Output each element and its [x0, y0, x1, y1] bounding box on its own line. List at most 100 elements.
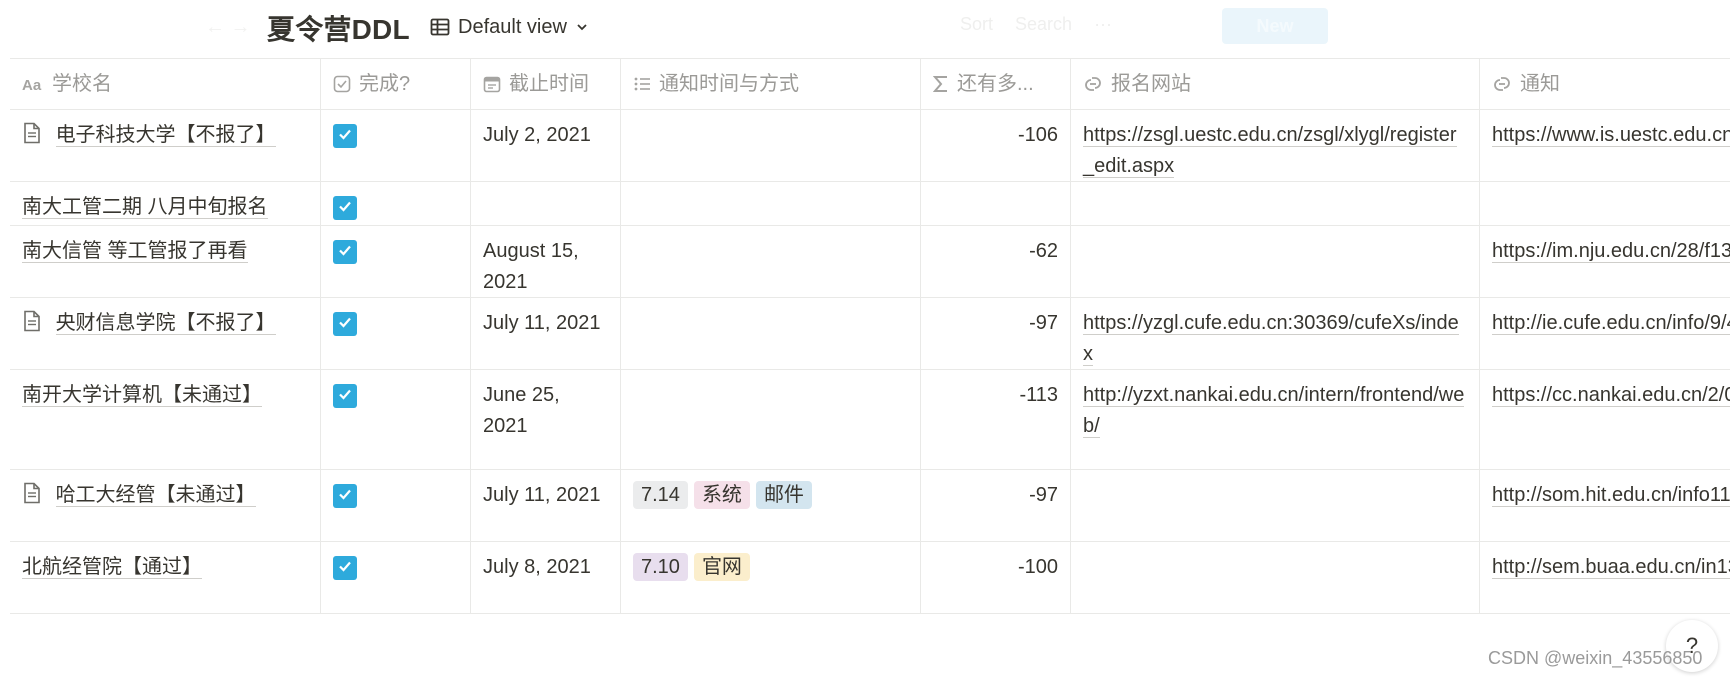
notice-url-link[interactable]: https://im.nju.edu.cn/28/f13263a534782/p… [1492, 240, 1730, 263]
select-tag[interactable]: 7.10 [633, 553, 688, 581]
cell-notice-method[interactable] [621, 298, 921, 369]
table-row[interactable]: 哈工大经管【未通过】 July 11, 2021 7.14 系统 邮件 -97 ht… [10, 470, 1730, 542]
list-icon [633, 75, 651, 93]
cell-done [321, 182, 471, 225]
cell-reg-url[interactable] [1071, 182, 1480, 225]
cell-deadline[interactable]: July 2, 2021 [471, 110, 621, 181]
notice-url-link[interactable]: http://sem.buaa.edu.cn/in1333/28894.htm [1492, 556, 1730, 579]
cell-notice-url[interactable]: https://cc.nankai.edu.cn/2/0518/c13297a3… [1480, 370, 1730, 469]
school-name[interactable]: 电子科技大学【不报了】 [55, 124, 276, 147]
cell-school-name[interactable]: 北航经管院【通过】 [10, 542, 321, 613]
school-name[interactable]: 哈工大经管【未通过】 [55, 484, 256, 507]
table-row[interactable]: 电子科技大学【不报了】 July 2, 2021 -106 https://zs… [10, 110, 1730, 182]
cell-deadline[interactable]: August 15, 2021 [471, 226, 621, 297]
done-checkbox[interactable] [333, 312, 357, 336]
column-header-remaining[interactable]: 还有多... [921, 59, 1071, 109]
notice-url-link[interactable]: https://cc.nankai.edu.cn/2/0518/c13297a3… [1492, 384, 1730, 407]
school-name[interactable]: 央财信息学院【不报了】 [55, 312, 276, 335]
cell-notice-url[interactable]: https://www.is.uestc.edu.cn/notice.do?id… [1480, 110, 1730, 181]
cell-notice-url[interactable] [1480, 182, 1730, 225]
new-button[interactable]: New [1222, 8, 1328, 44]
column-header-notice[interactable]: 通知 [1480, 59, 1730, 109]
cell-reg-url[interactable] [1071, 226, 1480, 297]
cell-deadline[interactable] [471, 182, 621, 225]
select-tag[interactable]: 官网 [693, 553, 750, 581]
notice-url-link[interactable]: http://ie.cufe.edu.cn/info/9/4818.htm [1492, 312, 1730, 335]
notice-url-link[interactable]: https://www.is.uestc.edu.cn/notice.do?id… [1492, 124, 1730, 147]
table-row[interactable]: 央财信息学院【不报了】 July 11, 2021 -97 https://yz… [10, 298, 1730, 370]
done-checkbox[interactable] [333, 384, 357, 408]
done-checkbox[interactable] [333, 196, 357, 220]
sort-action[interactable]: Sort [960, 14, 993, 35]
reg-url-link[interactable]: http://yzxt.nankai.edu.cn/intern/fronten… [1083, 384, 1465, 438]
cell-notice-url[interactable]: http://som.hit.edu.cn/info11/18477.htm [1480, 470, 1730, 541]
checkbox-icon [333, 75, 351, 93]
done-checkbox[interactable] [333, 124, 357, 148]
cell-done [321, 298, 471, 369]
cell-notice-method[interactable] [621, 182, 921, 225]
table-row[interactable]: 南大工管二期 八月中旬报名 [10, 182, 1730, 226]
cell-school-name[interactable]: 南大信管 等工管报了再看 [10, 226, 321, 297]
sigma-icon [933, 75, 949, 93]
remaining-days: -97 [1029, 312, 1058, 334]
cell-reg-url[interactable]: https://zsgl.uestc.edu.cn/zsgl/xlygl/reg… [1071, 110, 1480, 181]
done-checkbox[interactable] [333, 556, 357, 580]
reg-url-link[interactable]: https://zsgl.uestc.edu.cn/zsgl/xlygl/reg… [1083, 124, 1457, 178]
cell-school-name[interactable]: 南开大学计算机【未通过】 [10, 370, 321, 469]
column-header-deadline[interactable]: 截止时间 [471, 59, 621, 109]
cell-notice-method[interactable]: 7.14 系统 邮件 [621, 470, 921, 541]
cell-school-name[interactable]: 电子科技大学【不报了】 [10, 110, 321, 181]
cell-notice-url[interactable]: https://im.nju.edu.cn/28/f13263a534782/p… [1480, 226, 1730, 297]
cell-notice-method[interactable] [621, 110, 921, 181]
cell-deadline[interactable]: July 11, 2021 [471, 470, 621, 541]
select-tag[interactable]: 邮件 [755, 481, 812, 509]
select-tag[interactable]: 7.14 [633, 481, 688, 509]
deadline-date: July 11, 2021 [483, 484, 601, 506]
cell-school-name[interactable]: 央财信息学院【不报了】 [10, 298, 321, 369]
school-name[interactable]: 南大工管二期 八月中旬报名 [22, 196, 268, 219]
watermark: CSDN @weixin_43556850 [1488, 648, 1703, 668]
cell-reg-url[interactable] [1071, 542, 1480, 613]
search-action[interactable]: Search [1015, 14, 1072, 35]
database-header: ← → 夏令营DDL Default view Sort Search ··· … [0, 0, 1730, 54]
view-switcher[interactable]: Default view [430, 12, 589, 42]
cell-notice-method[interactable] [621, 370, 921, 469]
column-header-notice-method[interactable]: 通知时间与方式 [621, 59, 921, 109]
column-header-done[interactable]: 完成? [321, 59, 471, 109]
deadline-date: August 15, 2021 [483, 240, 579, 293]
cell-reg-url[interactable]: http://yzxt.nankai.edu.cn/intern/fronten… [1071, 370, 1480, 469]
table-row[interactable]: 南大信管 等工管报了再看 August 15, 2021 -62 https:/… [10, 226, 1730, 298]
cell-reg-url[interactable]: https://yzgl.cufe.edu.cn:30369/cufeXs/in… [1071, 298, 1480, 369]
cell-notice-method[interactable]: 7.10 官网 [621, 542, 921, 613]
column-header-reg-site[interactable]: 报名网站 [1071, 59, 1480, 109]
remaining-days: -100 [1017, 556, 1058, 578]
cell-school-name[interactable]: 南大工管二期 八月中旬报名 [10, 182, 321, 225]
cell-school-name[interactable]: 哈工大经管【未通过】 [10, 470, 321, 541]
cell-notice-method[interactable] [621, 226, 921, 297]
calendar-icon [483, 75, 501, 93]
column-header-school[interactable]: Aa 学校名 [10, 59, 321, 109]
cell-notice-url[interactable]: http://ie.cufe.edu.cn/info/9/4818.htm [1480, 298, 1730, 369]
cell-done [321, 226, 471, 297]
done-checkbox[interactable] [333, 484, 357, 508]
more-action[interactable]: ··· [1094, 14, 1112, 35]
cell-deadline[interactable]: July 11, 2021 [471, 298, 621, 369]
table-row[interactable]: 南开大学计算机【未通过】 June 25, 2021 -113 http://y… [10, 370, 1730, 470]
reg-url-link[interactable]: https://yzgl.cufe.edu.cn:30369/cufeXs/in… [1083, 312, 1459, 366]
table-row[interactable]: 北航经管院【通过】 July 8, 2021 7.10 官网 -100 http:… [10, 542, 1730, 614]
deadline-date: July 8, 2021 [483, 556, 591, 578]
remaining-days: -62 [1029, 240, 1058, 262]
cell-deadline[interactable]: July 8, 2021 [471, 542, 621, 613]
school-name[interactable]: 南大信管 等工管报了再看 [22, 240, 248, 263]
school-name[interactable]: 南开大学计算机【未通过】 [22, 384, 262, 407]
cell-reg-url[interactable] [1071, 470, 1480, 541]
select-tag[interactable]: 系统 [693, 481, 750, 509]
done-checkbox[interactable] [333, 240, 357, 264]
cell-notice-url[interactable]: http://sem.buaa.edu.cn/in1333/28894.htm [1480, 542, 1730, 613]
school-name[interactable]: 北航经管院【通过】 [22, 556, 202, 579]
column-label: 通知 [1520, 72, 1560, 95]
checkmark-icon [337, 553, 353, 584]
cell-deadline[interactable]: June 25, 2021 [471, 370, 621, 469]
notice-url-link[interactable]: http://som.hit.edu.cn/info11/18477.htm [1492, 484, 1730, 507]
database-title[interactable]: 夏令营DDL [267, 8, 410, 48]
